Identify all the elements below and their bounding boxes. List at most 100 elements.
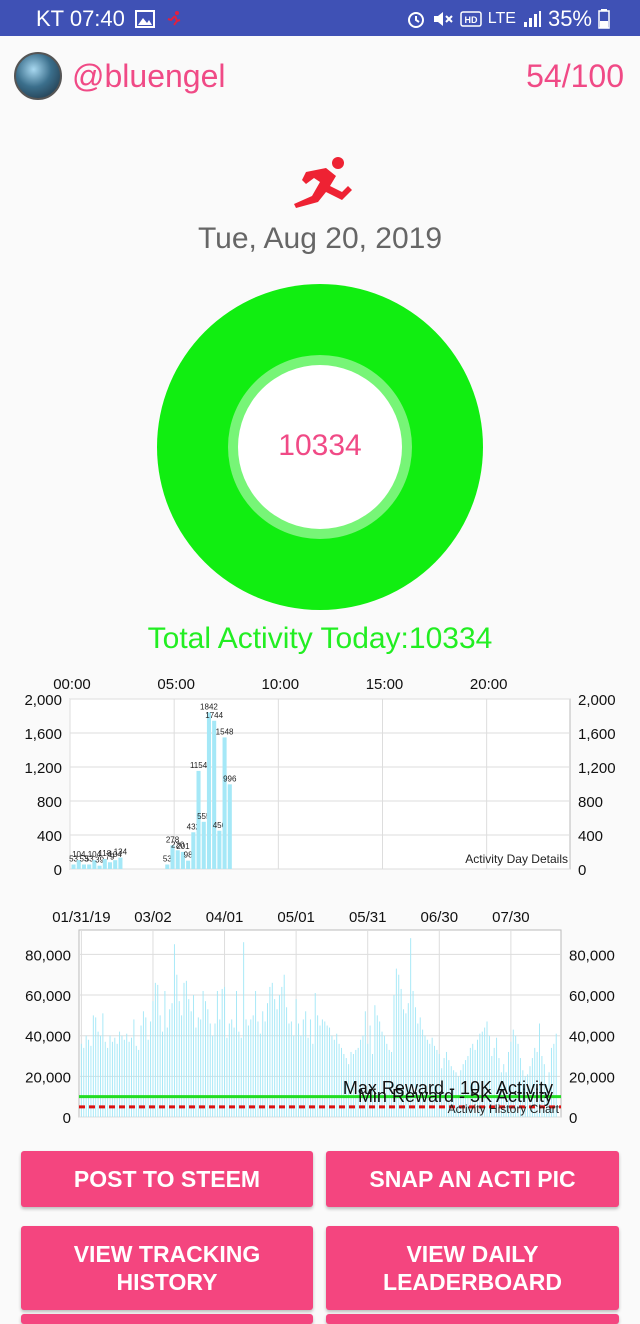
- day-chart-bar: [222, 737, 227, 869]
- history-chart-bar: [231, 1019, 233, 1117]
- avatar[interactable]: [14, 52, 62, 100]
- day-chart-bar: [227, 784, 232, 869]
- history-chart-bar: [102, 1013, 104, 1117]
- history-chart-bar: [209, 1023, 211, 1117]
- history-chart-bar: [95, 1017, 97, 1117]
- day-chart-bar: [212, 720, 217, 869]
- runner-icon: [294, 157, 352, 208]
- day-chart-bar: [97, 865, 102, 869]
- day-chart-bar: [186, 860, 191, 869]
- history-chart-bar: [197, 1017, 199, 1117]
- history-chart-bar: [257, 1021, 259, 1117]
- history-chart-ytick-left: 0: [63, 1110, 71, 1127]
- history-chart-bar: [331, 1035, 333, 1117]
- history-chart-bar: [114, 1037, 116, 1117]
- history-chart-bar: [290, 1021, 292, 1117]
- history-chart-bar: [166, 1027, 168, 1117]
- history-chart-bar: [319, 1025, 321, 1117]
- history-chart-xtick: 06/30: [421, 909, 459, 926]
- history-chart-bar: [329, 1027, 331, 1117]
- history-chart-title: Activity History Chart: [448, 1102, 560, 1116]
- history-chart-bar: [171, 1003, 173, 1117]
- history-chart-bar: [293, 1035, 295, 1117]
- day-chart-ytick-right: 400: [578, 828, 603, 845]
- day-chart-xtick: 05:00: [157, 676, 195, 693]
- day-chart-xtick: 20:00: [470, 676, 508, 693]
- battery-percent: 35%: [547, 6, 592, 31]
- day-chart-bar-label: 1744: [205, 711, 223, 720]
- day-chart-bar: [107, 862, 113, 869]
- history-chart-bar: [169, 1009, 171, 1117]
- history-chart-bar: [126, 1033, 128, 1117]
- gallery-icon: [134, 10, 155, 28]
- history-chart-ytick-left: 60,000: [25, 988, 71, 1005]
- day-chart-bar: [87, 864, 92, 869]
- history-chart-ytick-right: 20,000: [569, 1069, 615, 1086]
- total-activity-today: Total Activity Today:10334: [147, 622, 493, 655]
- history-chart-bar: [321, 1019, 323, 1117]
- day-chart-ytick-right: 800: [578, 794, 603, 811]
- history-chart-bar: [309, 1019, 311, 1117]
- network-type: LTE: [487, 10, 516, 27]
- history-chart-bar: [121, 1035, 123, 1117]
- score-counter: 54/100: [526, 58, 624, 94]
- history-chart-bar: [150, 1021, 152, 1117]
- day-chart-frame: [69, 698, 571, 870]
- history-chart-bar: [250, 1019, 252, 1117]
- history-chart-bar: [226, 1037, 228, 1117]
- history-chart-bar: [133, 1019, 135, 1117]
- history-chart-bar: [243, 942, 245, 1117]
- history-chart-bar: [307, 1037, 309, 1117]
- history-chart-bar: [276, 1009, 278, 1117]
- app-header: @bluengel 54/100: [0, 36, 640, 116]
- username[interactable]: @bluengel: [72, 58, 225, 95]
- day-chart-bar-label: 996: [223, 774, 237, 783]
- status-bar-left: KT 07:40: [36, 6, 183, 32]
- snap-acti-pic-button[interactable]: SNAP AN ACTI PIC: [326, 1151, 619, 1207]
- history-chart-bar: [119, 1031, 121, 1117]
- day-chart-ytick-right: 0: [578, 862, 586, 879]
- history-chart-bar: [288, 1023, 290, 1117]
- ring-value: 10334: [278, 429, 362, 462]
- history-chart-bar: [214, 1023, 216, 1117]
- history-chart-ytick-right: 40,000: [569, 1029, 615, 1046]
- history-chart-bar: [240, 1037, 242, 1117]
- history-chart-bar: [300, 1035, 302, 1117]
- history-chart-bar: [109, 1035, 111, 1117]
- history-chart-bar: [326, 1025, 328, 1117]
- history-chart-bar: [116, 1043, 118, 1117]
- history-chart-bar: [302, 1019, 304, 1117]
- history-chart-bar: [228, 1023, 230, 1117]
- history-chart-bar: [219, 1019, 221, 1117]
- history-chart-ytick-right: 60,000: [569, 988, 615, 1005]
- history-chart-bar: [140, 1025, 142, 1117]
- history-chart-bar: [212, 1035, 214, 1117]
- history-chart-bar: [233, 1027, 235, 1117]
- history-chart-bar: [190, 1011, 192, 1117]
- runner-notification-icon: [167, 11, 181, 26]
- status-bar: KT 07:40 HD LTE 35%: [0, 0, 640, 36]
- view-tracking-history-button[interactable]: VIEW TRACKING HISTORY: [21, 1226, 313, 1310]
- history-chart-bar: [159, 1015, 161, 1117]
- day-chart-bar-label: 1154: [190, 761, 208, 770]
- history-chart-bar: [204, 1001, 206, 1117]
- history-chart-xtick: 03/02: [134, 909, 172, 926]
- history-chart-xtick: 07/30: [492, 909, 530, 926]
- history-chart-bar: [188, 999, 190, 1117]
- history-chart-bar: [267, 1003, 268, 1117]
- day-chart-bar: [191, 832, 196, 869]
- hd-icon: HD: [460, 11, 482, 27]
- view-daily-leaderboard-button[interactable]: VIEW DAILY LEADERBOARD: [326, 1226, 619, 1310]
- history-chart-bar: [247, 1025, 249, 1117]
- history-chart-bar: [131, 1037, 132, 1117]
- post-to-steem-button[interactable]: POST TO STEEM: [21, 1151, 313, 1207]
- activity-day-chart: 0 0 400 400 800 800 1,200 1,200 1,600 1,600 2,000 2…: [24, 676, 615, 879]
- day-chart-bar-label: 134: [114, 848, 128, 857]
- day-chart-ytick-left: 800: [37, 794, 62, 811]
- day-chart-bar: [81, 864, 86, 869]
- day-chart-ytick-left: 2,000: [24, 692, 62, 709]
- history-chart-bar: [173, 944, 175, 1117]
- history-chart-xtick: 05/31: [349, 909, 387, 926]
- history-chart-ytick-right: 80,000: [569, 947, 615, 964]
- day-chart-bar: [201, 821, 206, 869]
